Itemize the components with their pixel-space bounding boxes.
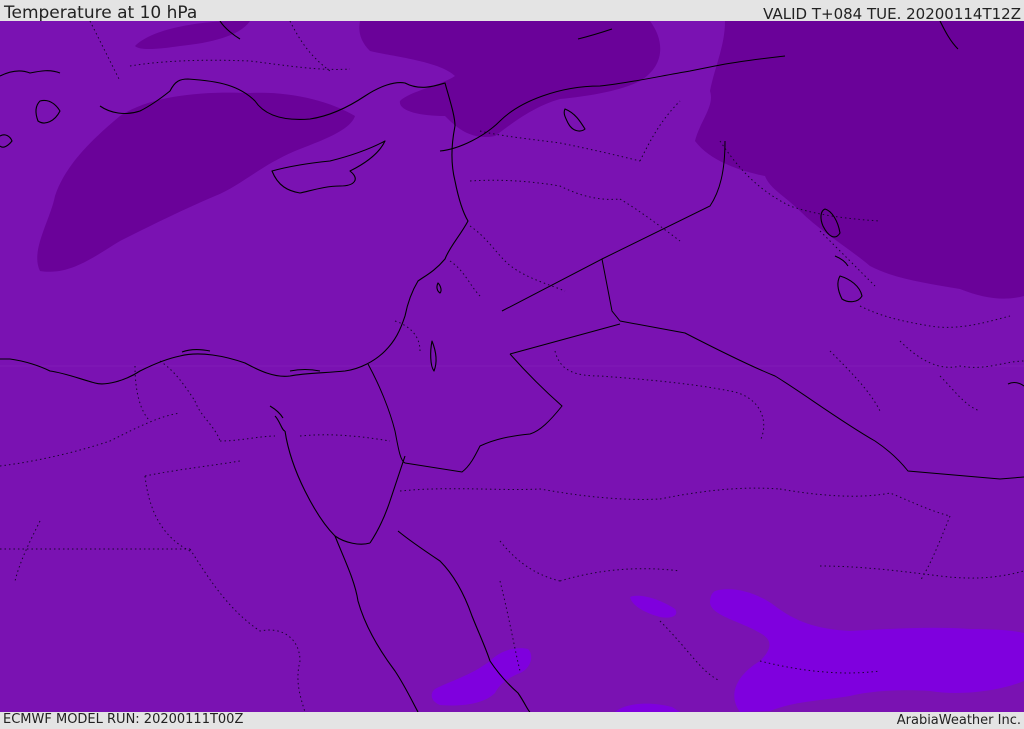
- header-bar: Temperature at 10 hPa VALID T+084 TUE. 2…: [0, 0, 1024, 23]
- map-title: Temperature at 10 hPa: [4, 3, 198, 23]
- forecast-map-frame: Temperature at 10 hPa VALID T+084 TUE. 2…: [0, 0, 1024, 729]
- model-run-label: ECMWF MODEL RUN: 20200111T00Z: [3, 712, 244, 727]
- temperature-map: [0, 21, 1024, 712]
- map-canvas: [0, 21, 1024, 712]
- credit-label: ArabiaWeather Inc.: [896, 713, 1021, 728]
- footer-bar: ECMWF MODEL RUN: 20200111T00Z ArabiaWeat…: [0, 712, 1024, 729]
